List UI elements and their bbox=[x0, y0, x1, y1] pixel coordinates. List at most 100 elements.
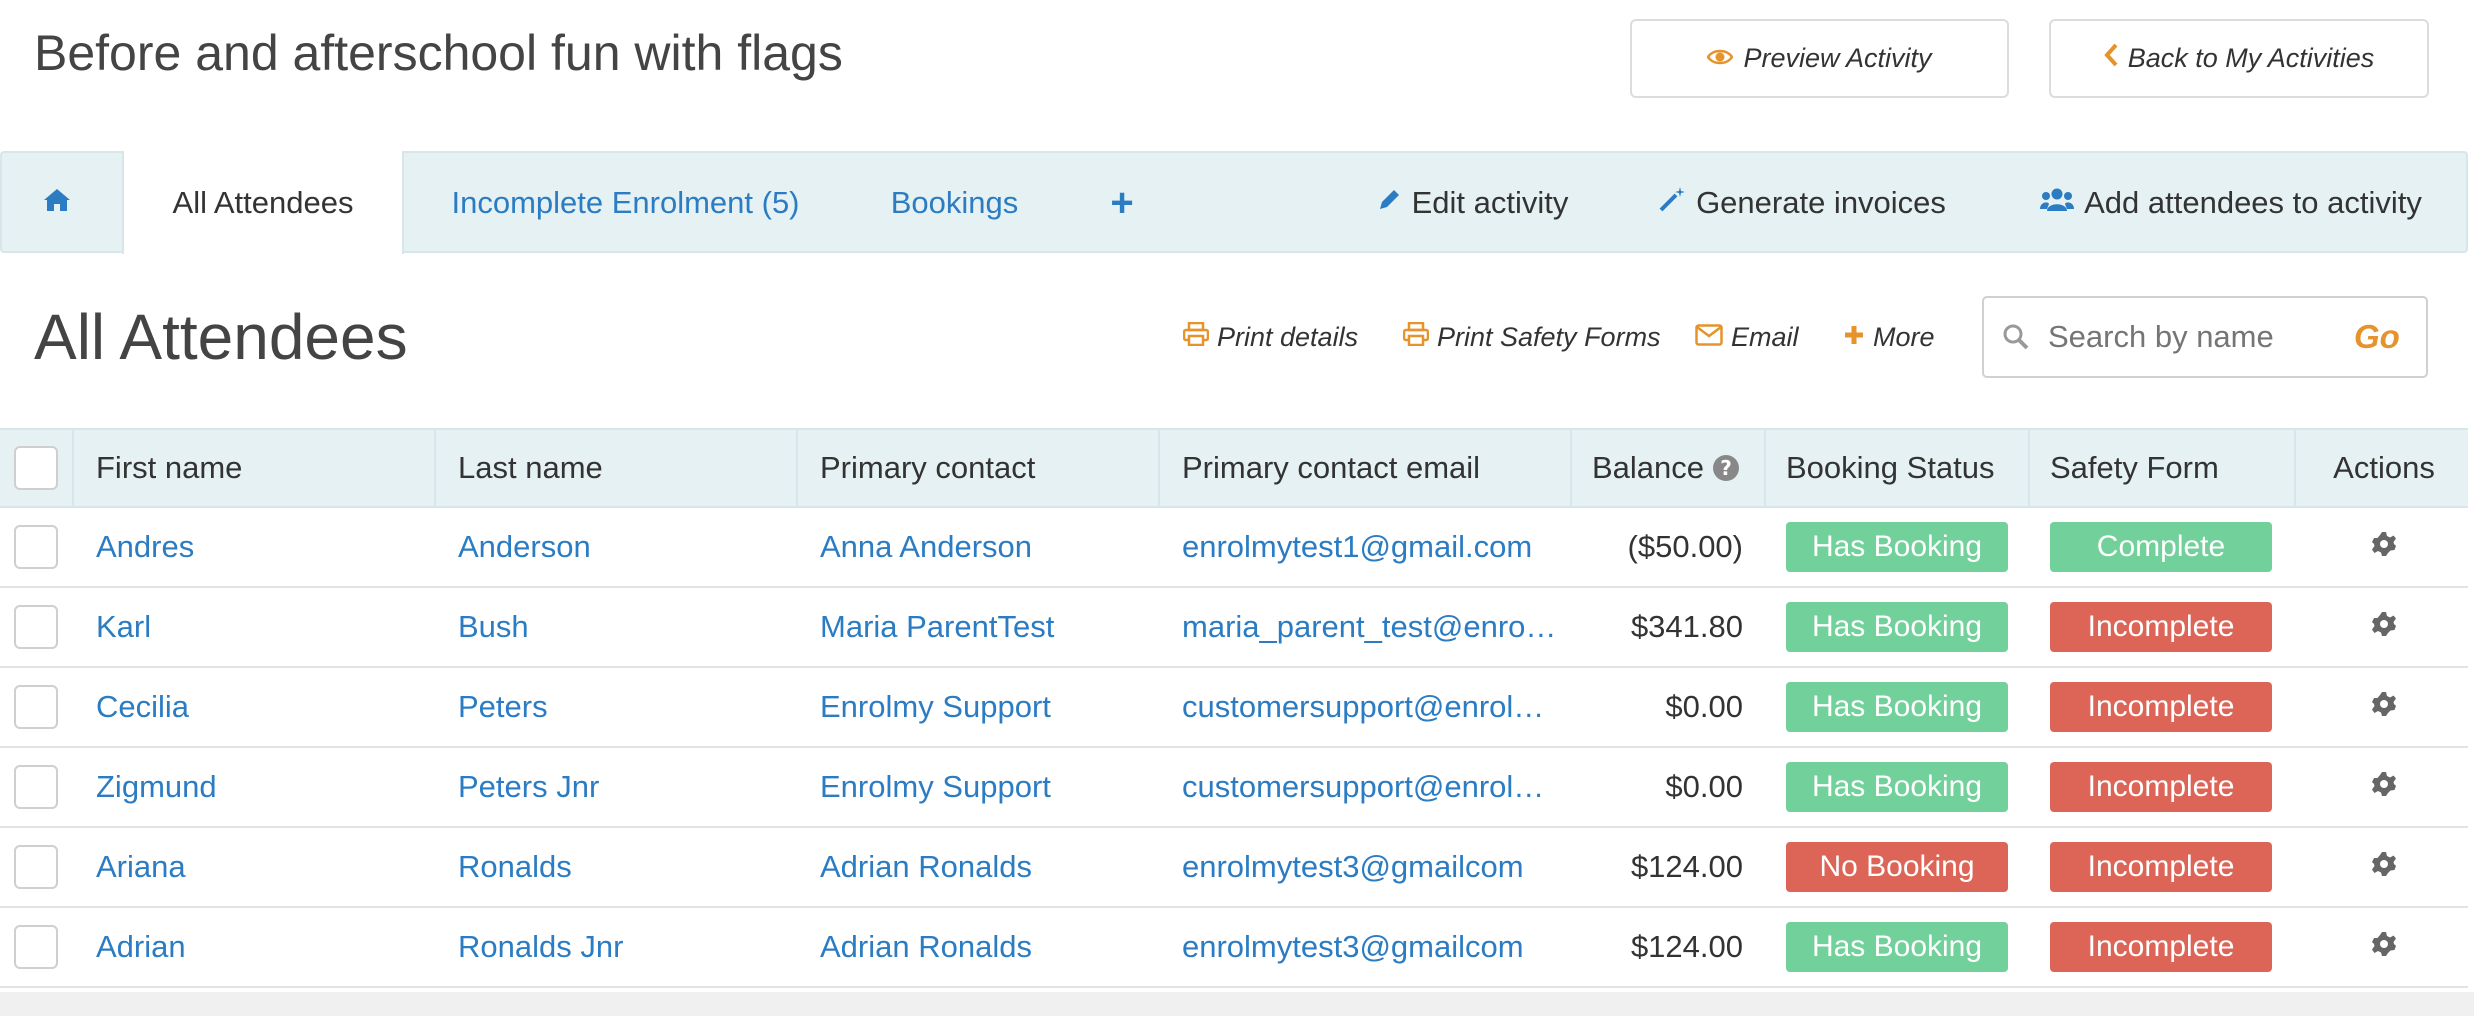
preview-activity-label: Preview Activity bbox=[1743, 43, 1932, 73]
safety-form-badge[interactable]: Incomplete bbox=[2050, 842, 2272, 892]
last-name-link[interactable]: Peters bbox=[458, 668, 788, 746]
balance-value: $0.00 bbox=[1665, 769, 1743, 804]
gear-icon[interactable] bbox=[2371, 849, 2397, 885]
row-checkbox[interactable] bbox=[14, 765, 58, 809]
header-balance[interactable]: Balance ? bbox=[1592, 430, 1772, 506]
last-name-link[interactable]: Ronalds Jnr bbox=[458, 908, 788, 986]
primary-contact-link[interactable]: Maria ParentTest bbox=[820, 588, 1150, 666]
search-icon bbox=[1984, 322, 2048, 352]
safety-form-badge[interactable]: Complete bbox=[2050, 522, 2272, 572]
header-last-name[interactable]: Last name bbox=[458, 430, 788, 506]
safety-form-badge[interactable]: Incomplete bbox=[2050, 602, 2272, 652]
row-actions[interactable] bbox=[2300, 668, 2468, 746]
primary-contact-link[interactable]: Anna Anderson bbox=[820, 508, 1150, 586]
row-select-cell bbox=[0, 588, 72, 666]
table-row: Andres Anderson Anna Anderson enrolmytes… bbox=[0, 508, 2468, 588]
primary-contact-email-link[interactable]: maria_parent_test@enrolmy.com bbox=[1182, 588, 1562, 666]
primary-contact-link[interactable]: Enrolmy Support bbox=[820, 668, 1150, 746]
safety-form-cell: Incomplete bbox=[2050, 668, 2272, 746]
primary-contact-email-link[interactable]: customersupport@enrolmy.com bbox=[1182, 668, 1562, 746]
row-checkbox[interactable] bbox=[14, 685, 58, 729]
first-name-link[interactable]: Cecilia bbox=[96, 668, 426, 746]
header-balance-label: Balance bbox=[1592, 450, 1705, 485]
search-input[interactable] bbox=[2048, 319, 2348, 355]
first-name-link[interactable]: Andres bbox=[96, 508, 426, 586]
booking-status-cell: Has Booking bbox=[1786, 508, 2008, 586]
magic-wand-icon bbox=[1658, 185, 1686, 221]
print-safety-forms-button[interactable]: Print Safety Forms bbox=[1402, 321, 1661, 353]
last-name-link[interactable]: Peters Jnr bbox=[458, 748, 788, 826]
primary-contact-link[interactable]: Adrian Ronalds bbox=[820, 908, 1150, 986]
safety-form-badge[interactable]: Incomplete bbox=[2050, 762, 2272, 812]
first-name-link[interactable]: Ariana bbox=[96, 828, 426, 906]
header-actions: Actions bbox=[2333, 450, 2435, 485]
row-actions[interactable] bbox=[2300, 508, 2468, 586]
eye-icon bbox=[1706, 43, 1734, 74]
row-actions[interactable] bbox=[2300, 588, 2468, 666]
last-name-link[interactable]: Anderson bbox=[458, 508, 788, 586]
safety-form-cell: Incomplete bbox=[2050, 588, 2272, 666]
booking-status-cell: Has Booking bbox=[1786, 908, 2008, 986]
question-circle-icon[interactable]: ? bbox=[1712, 454, 1740, 482]
tab-bookings[interactable]: Bookings bbox=[862, 153, 1047, 253]
email-button[interactable]: Email bbox=[1695, 322, 1799, 353]
tab-incomplete-enrolment[interactable]: Incomplete Enrolment (5) bbox=[424, 153, 827, 253]
add-attendees-button[interactable]: Add attendees to activity bbox=[2032, 153, 2430, 253]
gear-icon[interactable] bbox=[2371, 609, 2397, 645]
row-checkbox[interactable] bbox=[14, 525, 58, 569]
row-checkbox[interactable] bbox=[14, 605, 58, 649]
first-name-link[interactable]: Karl bbox=[96, 588, 426, 666]
row-select-cell bbox=[0, 508, 72, 586]
booking-status-badge: No Booking bbox=[1786, 842, 2008, 892]
edit-activity-button[interactable]: Edit activity bbox=[1362, 153, 1582, 253]
primary-contact-email-link[interactable]: customersupport@enrolmy.com bbox=[1182, 748, 1562, 826]
gear-icon[interactable] bbox=[2371, 529, 2397, 565]
search-box: Go bbox=[1982, 296, 2428, 378]
gear-icon[interactable] bbox=[2371, 929, 2397, 965]
row-checkbox[interactable] bbox=[14, 925, 58, 969]
primary-contact-link[interactable]: Enrolmy Support bbox=[820, 748, 1150, 826]
header-safety-form[interactable]: Safety Form bbox=[2050, 430, 2272, 506]
users-icon bbox=[2040, 185, 2075, 221]
preview-activity-button[interactable]: Preview Activity bbox=[1630, 19, 2009, 98]
safety-form-badge[interactable]: Incomplete bbox=[2050, 922, 2272, 972]
add-tab-button[interactable]: + bbox=[1092, 153, 1152, 253]
printer-icon bbox=[1402, 321, 1430, 353]
balance-value: ($50.00) bbox=[1627, 529, 1743, 564]
tab-all-attendees[interactable]: All Attendees bbox=[122, 151, 404, 254]
last-name-link[interactable]: Ronalds bbox=[458, 828, 788, 906]
row-actions[interactable] bbox=[2300, 828, 2468, 906]
email-text: customersupport@enrolmy.com bbox=[1182, 769, 1562, 804]
row-actions[interactable] bbox=[2300, 908, 2468, 986]
email-text: enrolmytest1@gmail.com bbox=[1182, 529, 1533, 564]
generate-invoices-label: Generate invoices bbox=[1696, 185, 1946, 220]
first-name-link[interactable]: Zigmund bbox=[96, 748, 426, 826]
row-actions[interactable] bbox=[2300, 748, 2468, 826]
primary-contact-email-link[interactable]: enrolmytest1@gmail.com bbox=[1182, 508, 1562, 586]
header-primary-contact[interactable]: Primary contact bbox=[820, 430, 1150, 506]
generate-invoices-button[interactable]: Generate invoices bbox=[1652, 153, 1952, 253]
safety-form-badge[interactable]: Incomplete bbox=[2050, 682, 2272, 732]
tab-home[interactable] bbox=[22, 153, 92, 253]
last-name-link[interactable]: Bush bbox=[458, 588, 788, 666]
select-all-checkbox[interactable] bbox=[14, 446, 58, 490]
primary-contact-email-link[interactable]: enrolmytest3@gmailcom bbox=[1182, 908, 1562, 986]
table-row: Zigmund Peters Jnr Enrolmy Support custo… bbox=[0, 748, 2468, 828]
more-button[interactable]: More bbox=[1843, 322, 1935, 353]
header-booking-status[interactable]: Booking Status bbox=[1786, 430, 2008, 506]
header-first-name[interactable]: First name bbox=[96, 430, 426, 506]
search-go-button[interactable]: Go bbox=[2354, 318, 2400, 356]
balance-value: $124.00 bbox=[1630, 849, 1743, 884]
gear-icon[interactable] bbox=[2371, 769, 2397, 805]
print-details-button[interactable]: Print details bbox=[1182, 321, 1358, 353]
primary-contact-email-link[interactable]: enrolmytest3@gmailcom bbox=[1182, 828, 1562, 906]
safety-form-cell: Incomplete bbox=[2050, 908, 2272, 986]
back-to-activities-button[interactable]: Back to My Activities bbox=[2049, 19, 2429, 98]
header-primary-contact-email[interactable]: Primary contact email bbox=[1182, 430, 1562, 506]
gear-icon[interactable] bbox=[2371, 689, 2397, 725]
chevron-left-icon bbox=[2104, 43, 2118, 74]
primary-contact-link[interactable]: Adrian Ronalds bbox=[820, 828, 1150, 906]
pencil-icon bbox=[1376, 185, 1402, 221]
first-name-link[interactable]: Adrian bbox=[96, 908, 426, 986]
row-checkbox[interactable] bbox=[14, 845, 58, 889]
